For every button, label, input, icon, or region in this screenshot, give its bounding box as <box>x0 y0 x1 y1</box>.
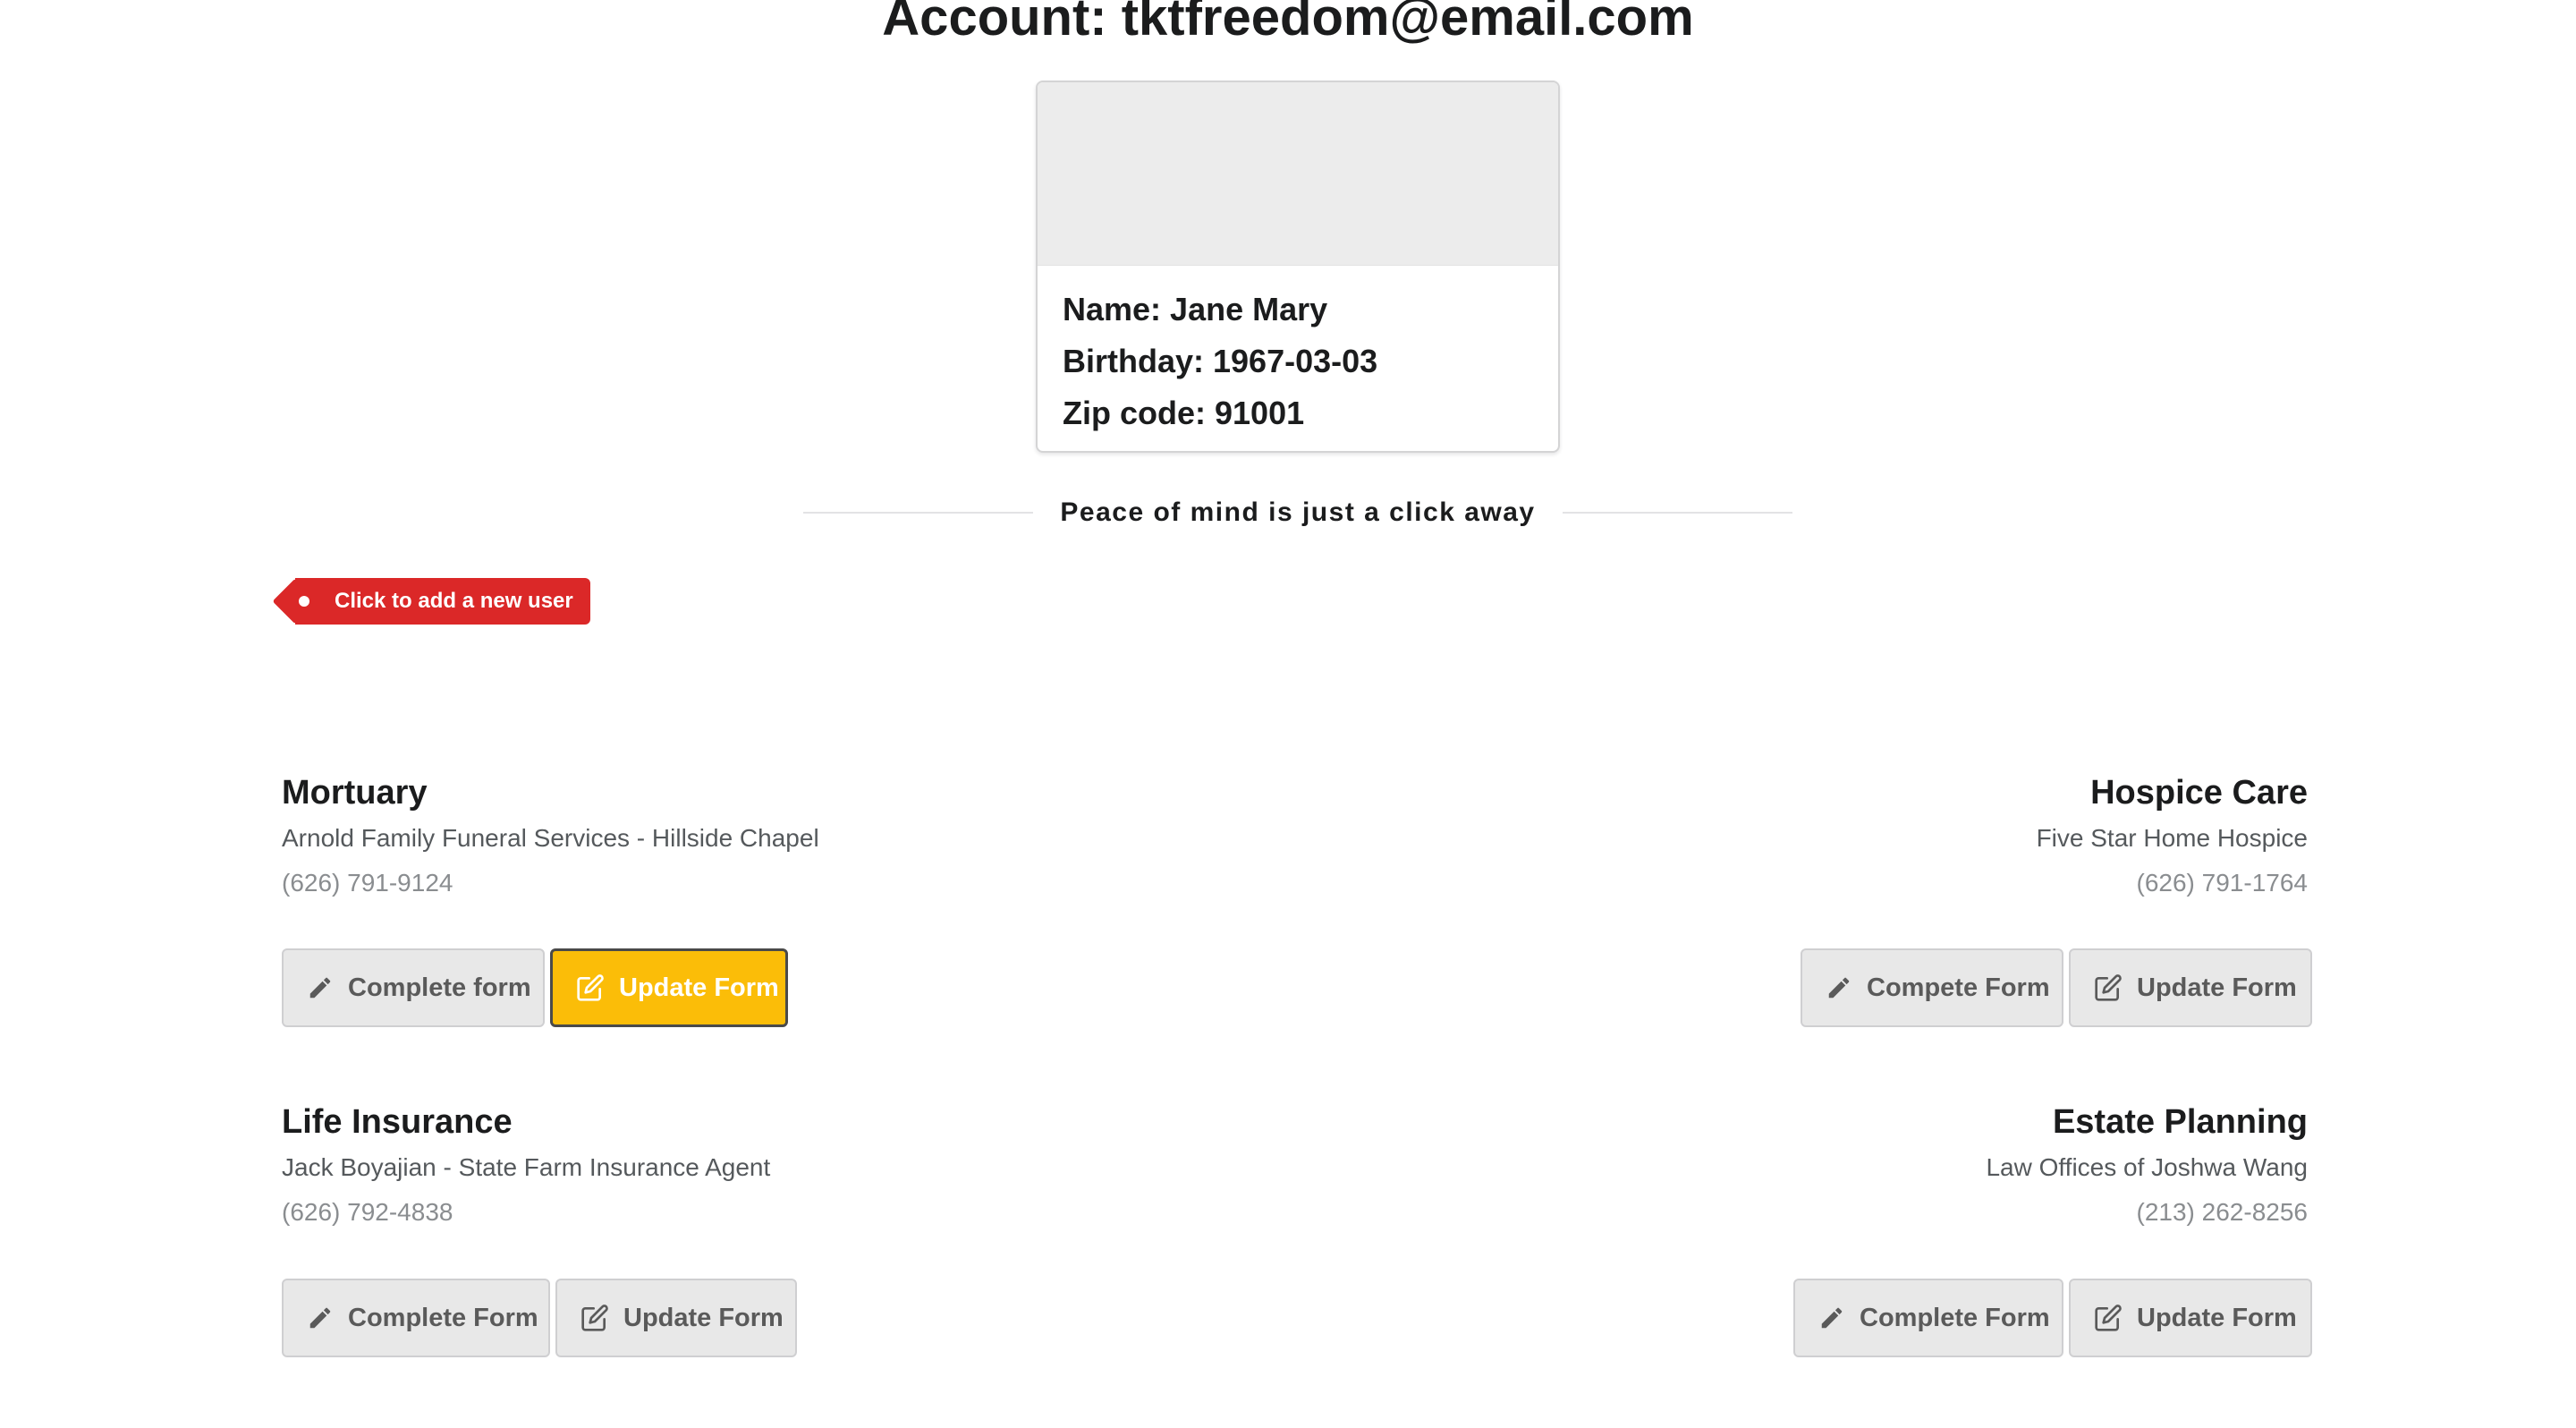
profile-birthday: Birthday: 1967-03-03 <box>1063 343 1378 379</box>
profile-name: Name: Jane Mary <box>1063 291 1328 327</box>
service-phone: (213) 262-8256 <box>2136 1198 2308 1226</box>
divider-line-right <box>1562 512 1793 514</box>
service-hospice-care: Hospice Care Five Star Home Hospice (626… <box>1413 769 2308 905</box>
hospice-update-form-button[interactable]: Update Form <box>2069 948 2312 1027</box>
tag-hole-icon <box>299 596 309 607</box>
service-company: Arnold Family Funeral Services - Hillsid… <box>282 824 819 852</box>
mortuary-update-label: Update Form <box>619 973 779 1002</box>
life-insurance-complete-label: Complete Form <box>348 1303 538 1332</box>
divider-text: Peace of mind is just a click away <box>1060 497 1536 527</box>
service-company: Law Offices of Joshwa Wang <box>1986 1153 2308 1181</box>
hospice-buttons: Compete Form Update Form <box>1801 948 2312 1027</box>
life-insurance-buttons: Complete Form Update Form <box>282 1279 797 1357</box>
account-title: Account: tktfreedom@email.com <box>882 0 1694 47</box>
profile-card[interactable]: Name: Jane Mary Birthday: 1967-03-03 Zip… <box>1036 81 1560 453</box>
profile-image-placeholder <box>1038 82 1558 266</box>
divider-line-left <box>803 512 1034 514</box>
life-insurance-complete-form-button[interactable]: Complete Form <box>282 1279 550 1357</box>
service-title: Hospice Care <box>2090 774 2308 812</box>
pencil-icon <box>307 1303 334 1333</box>
life-insurance-update-form-button[interactable]: Update Form <box>555 1279 797 1357</box>
mortuary-complete-label: Complete form <box>348 973 531 1002</box>
edit-icon <box>2094 973 2123 1003</box>
service-phone: (626) 791-1764 <box>2136 869 2308 897</box>
page: Account: tktfreedom@email.com Name: Jane… <box>0 0 2576 1428</box>
profile-zip: Zip code: 91001 <box>1063 395 1305 431</box>
service-title: Life Insurance <box>282 1103 513 1141</box>
section-divider: Peace of mind is just a click away <box>803 490 1793 535</box>
service-company: Five Star Home Hospice <box>2036 824 2308 852</box>
service-phone: (626) 792-4838 <box>282 1198 453 1226</box>
service-title: Mortuary <box>282 774 428 812</box>
estate-buttons: Complete Form Update Form <box>1793 1279 2312 1357</box>
service-title: Estate Planning <box>2052 1103 2308 1141</box>
service-mortuary: Mortuary Arnold Family Funeral Services … <box>282 769 1176 905</box>
pencil-icon <box>1826 973 1852 1003</box>
estate-complete-form-button[interactable]: Complete Form <box>1793 1279 2063 1357</box>
pencil-icon <box>1818 1303 1845 1333</box>
service-phone: (626) 791-9124 <box>282 869 453 897</box>
hospice-complete-label: Compete Form <box>1867 973 2050 1002</box>
mortuary-update-form-button[interactable]: Update Form <box>550 948 788 1027</box>
hospice-complete-form-button[interactable]: Compete Form <box>1801 948 2063 1027</box>
service-estate-planning: Estate Planning Law Offices of Joshwa Wa… <box>1413 1099 2308 1235</box>
mortuary-complete-form-button[interactable]: Complete form <box>282 948 545 1027</box>
estate-complete-label: Complete Form <box>1860 1303 2050 1332</box>
add-user-button[interactable]: Click to add a new user <box>295 578 590 625</box>
add-user-label: Click to add a new user <box>335 589 573 613</box>
edit-icon <box>580 1303 609 1333</box>
estate-update-form-button[interactable]: Update Form <box>2069 1279 2312 1357</box>
estate-update-label: Update Form <box>2137 1303 2297 1332</box>
service-company: Jack Boyajian - State Farm Insurance Age… <box>282 1153 771 1181</box>
hospice-update-label: Update Form <box>2137 973 2297 1002</box>
pencil-icon <box>307 973 334 1003</box>
service-life-insurance: Life Insurance Jack Boyajian - State Far… <box>282 1099 1176 1235</box>
profile-info: Name: Jane Mary Birthday: 1967-03-03 Zip… <box>1038 266 1558 439</box>
edit-icon <box>576 973 605 1003</box>
mortuary-buttons: Complete form Update Form <box>282 948 788 1027</box>
edit-icon <box>2094 1303 2123 1333</box>
life-insurance-update-label: Update Form <box>623 1303 784 1332</box>
